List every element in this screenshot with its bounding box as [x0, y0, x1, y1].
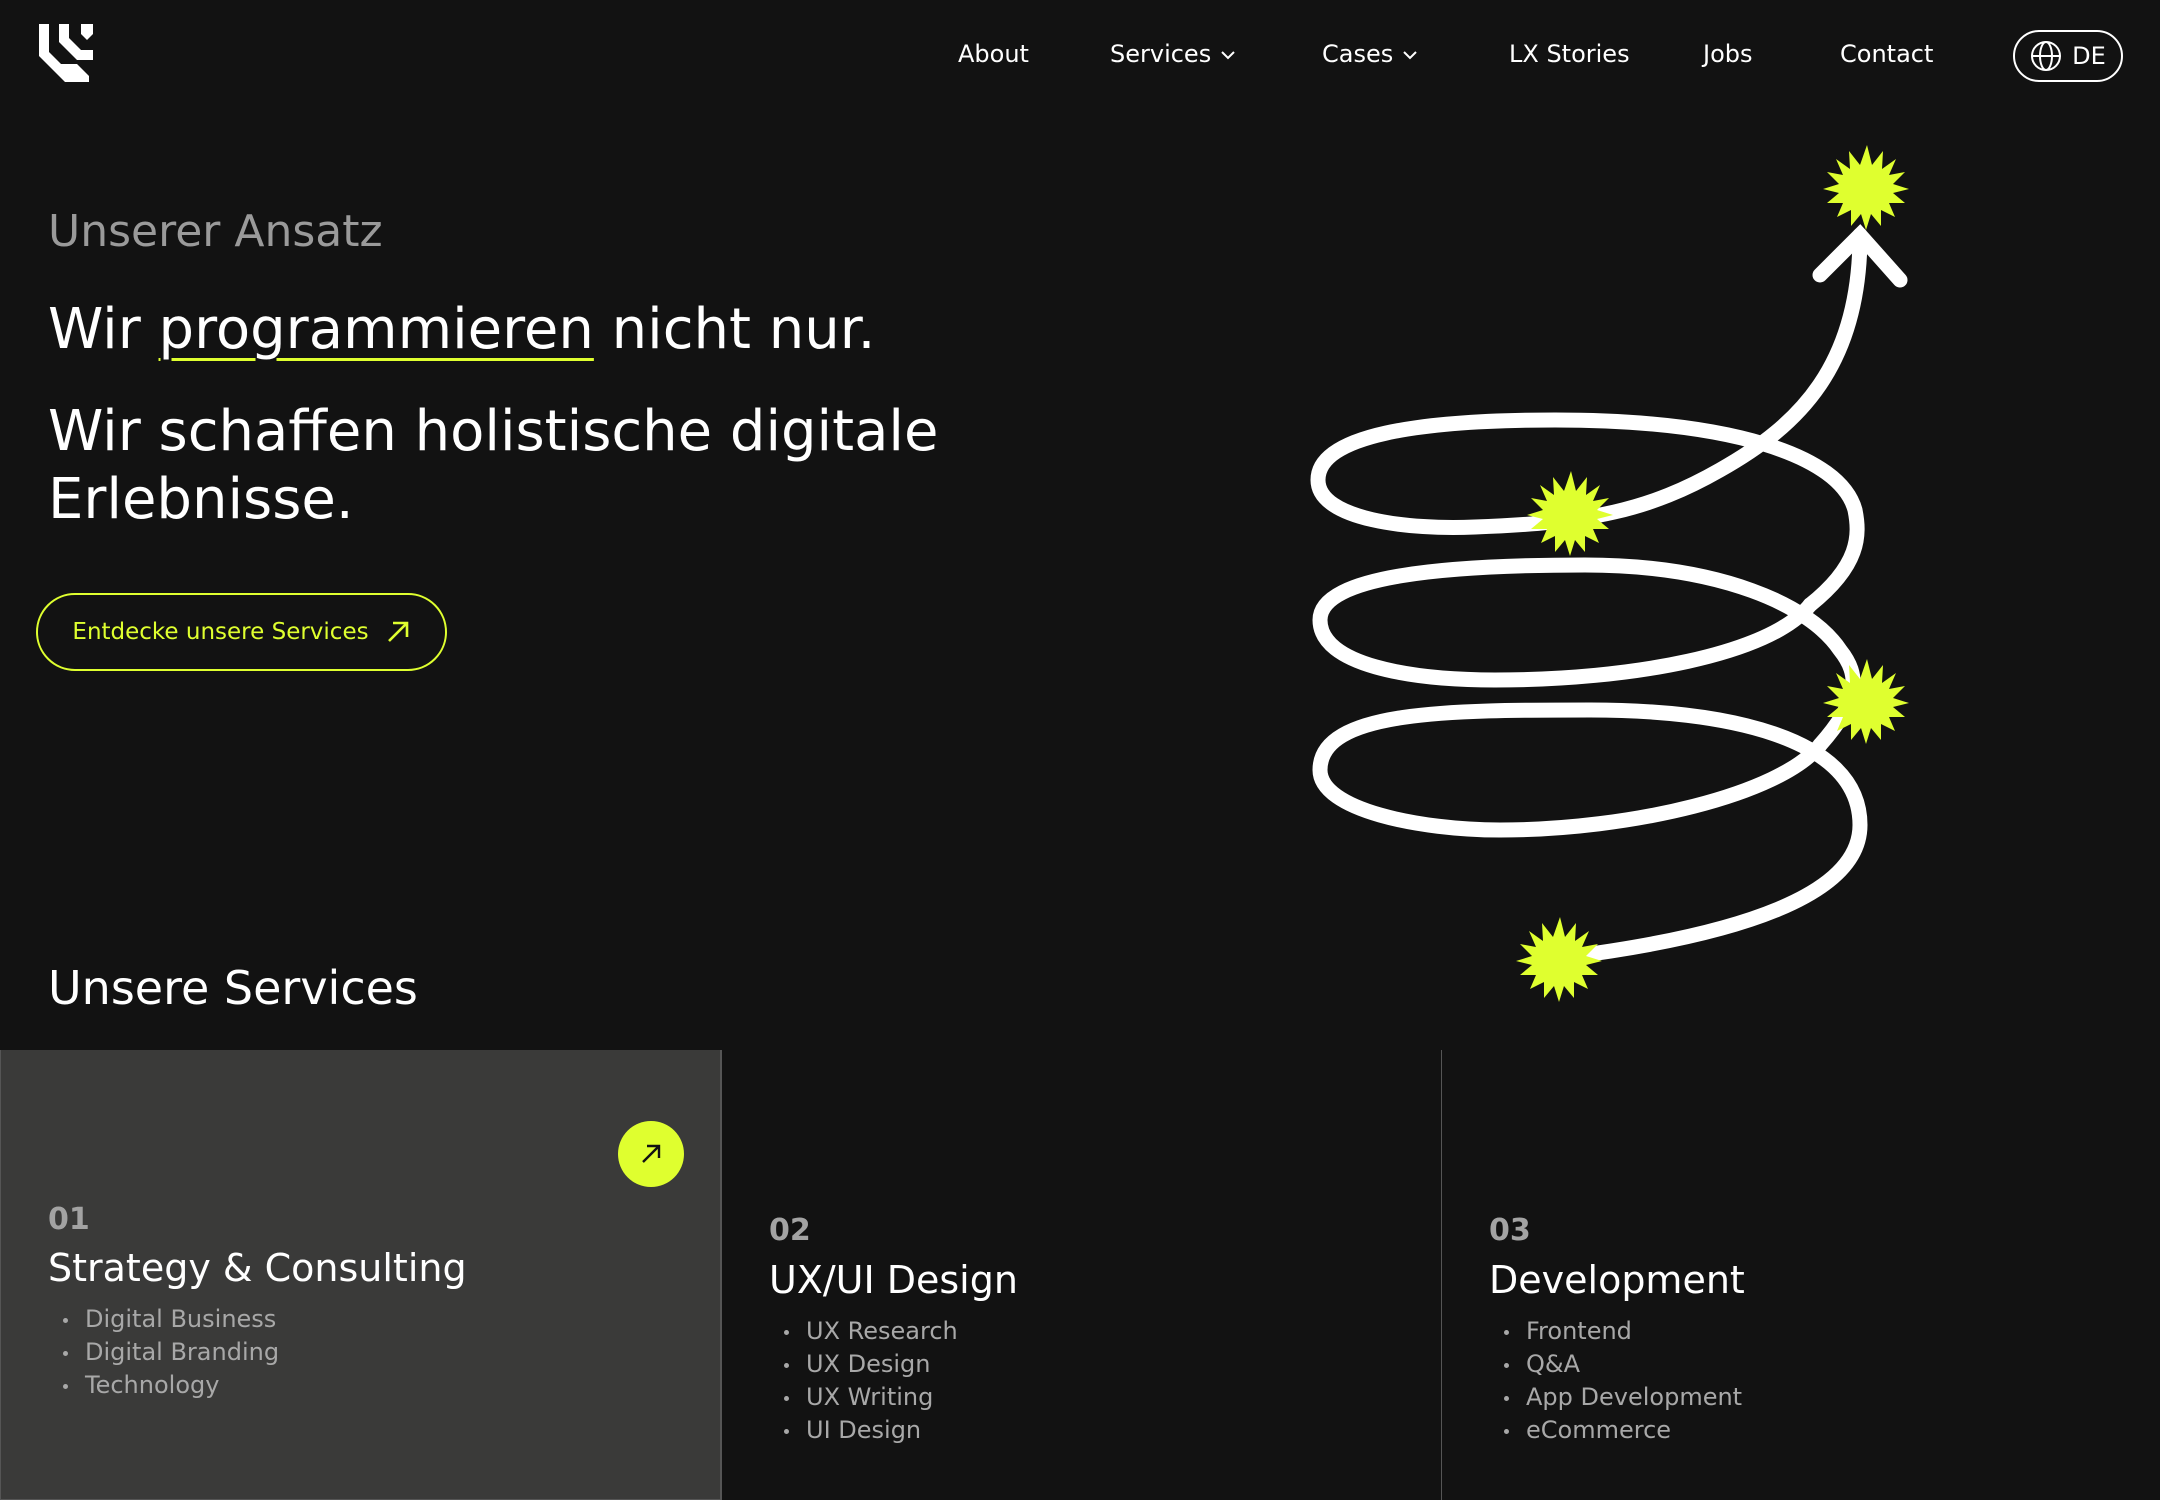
card-number: 01: [48, 1202, 90, 1237]
service-card-development[interactable]: 03 Development Frontend Q&A App Developm…: [1441, 1050, 2160, 1500]
chevron-down-icon: [1221, 50, 1235, 60]
card-item-list: Frontend Q&A App Development eCommerce: [1502, 1315, 1742, 1447]
list-item: Digital Business: [61, 1303, 279, 1336]
main-nav: About Services Cases LX Stories Jobs Con…: [0, 0, 2160, 108]
list-item: UX Design: [782, 1348, 958, 1381]
nav-jobs-label: Jobs: [1703, 40, 1753, 68]
globe-icon: [2030, 40, 2062, 72]
list-item: UI Design: [782, 1414, 958, 1447]
hero-headline-line2: Wir schaffen holistische digitale Erlebn…: [48, 399, 939, 532]
service-card-strategy[interactable]: 01 Strategy & Consulting Digital Busines…: [0, 1050, 721, 1500]
list-item: App Development: [1502, 1381, 1742, 1414]
spiral-arrow-illustration: [1310, 145, 1909, 1002]
card-title: Development: [1489, 1258, 1745, 1302]
language-label: DE: [2072, 42, 2106, 70]
nav-lx-stories[interactable]: LX Stories: [1509, 38, 1630, 70]
card-item-list: Digital Business Digital Branding Techno…: [61, 1303, 279, 1402]
nav-contact-label: Contact: [1840, 40, 1934, 68]
nav-about-label: About: [958, 40, 1029, 68]
chevron-down-icon: [1403, 50, 1417, 60]
section-eyebrow: Unserer Ansatz: [48, 206, 383, 257]
starburst-middle-left: [1527, 471, 1613, 556]
list-item: Frontend: [1502, 1315, 1742, 1348]
arrow-up-right-icon: [385, 619, 411, 645]
spiral-bottom-tail: [1312, 702, 1868, 965]
service-card-ux-ui[interactable]: 02 UX/UI Design UX Research UX Design UX…: [721, 1050, 1441, 1500]
page: About Services Cases LX Stories Jobs Con…: [0, 0, 2160, 1500]
hero-headline-line1: Wir programmieren nicht nur.: [48, 296, 875, 364]
list-item: eCommerce: [1502, 1414, 1742, 1447]
nav-services[interactable]: Services: [1110, 38, 1235, 70]
discover-services-button[interactable]: Entdecke unsere Services: [36, 593, 447, 671]
nav-services-label: Services: [1110, 40, 1212, 68]
spiral-top-loop: [1310, 227, 1868, 613]
cta-label: Entdecke unsere Services: [72, 619, 369, 645]
services-heading: Unsere Services: [48, 961, 418, 1015]
starburst-bottom: [1516, 917, 1602, 1002]
nav-cases[interactable]: Cases: [1322, 38, 1417, 70]
nav-cases-label: Cases: [1322, 40, 1394, 68]
hero-headline-prefix: Wir: [48, 297, 159, 362]
card-number: 03: [1489, 1213, 1531, 1248]
nav-lx-stories-label: LX Stories: [1509, 40, 1630, 68]
list-item: Digital Branding: [61, 1336, 279, 1369]
hero-headline-emphasis: programmieren: [158, 297, 594, 362]
services-cards: 01 Strategy & Consulting Digital Busines…: [0, 1050, 2160, 1500]
arrow-up-right-icon: [642, 1144, 661, 1163]
list-item: UX Writing: [782, 1381, 958, 1414]
starburst-top: [1823, 145, 1909, 230]
card-number: 02: [769, 1213, 811, 1248]
card-arrow-button[interactable]: [618, 1121, 684, 1187]
list-item: UX Research: [782, 1315, 958, 1348]
nav-contact[interactable]: Contact: [1840, 38, 1933, 70]
card-item-list: UX Research UX Design UX Writing UI Desi…: [782, 1315, 958, 1447]
nav-jobs[interactable]: Jobs: [1703, 38, 1753, 70]
card-title: Strategy & Consulting: [48, 1246, 467, 1290]
hero-headline-suffix: nicht nur.: [593, 297, 876, 362]
nav-about[interactable]: About: [958, 38, 1029, 70]
list-item: Q&A: [1502, 1348, 1742, 1381]
card-title: UX/UI Design: [769, 1258, 1018, 1302]
language-switcher[interactable]: DE: [2013, 30, 2123, 82]
list-item: Technology: [61, 1369, 279, 1402]
